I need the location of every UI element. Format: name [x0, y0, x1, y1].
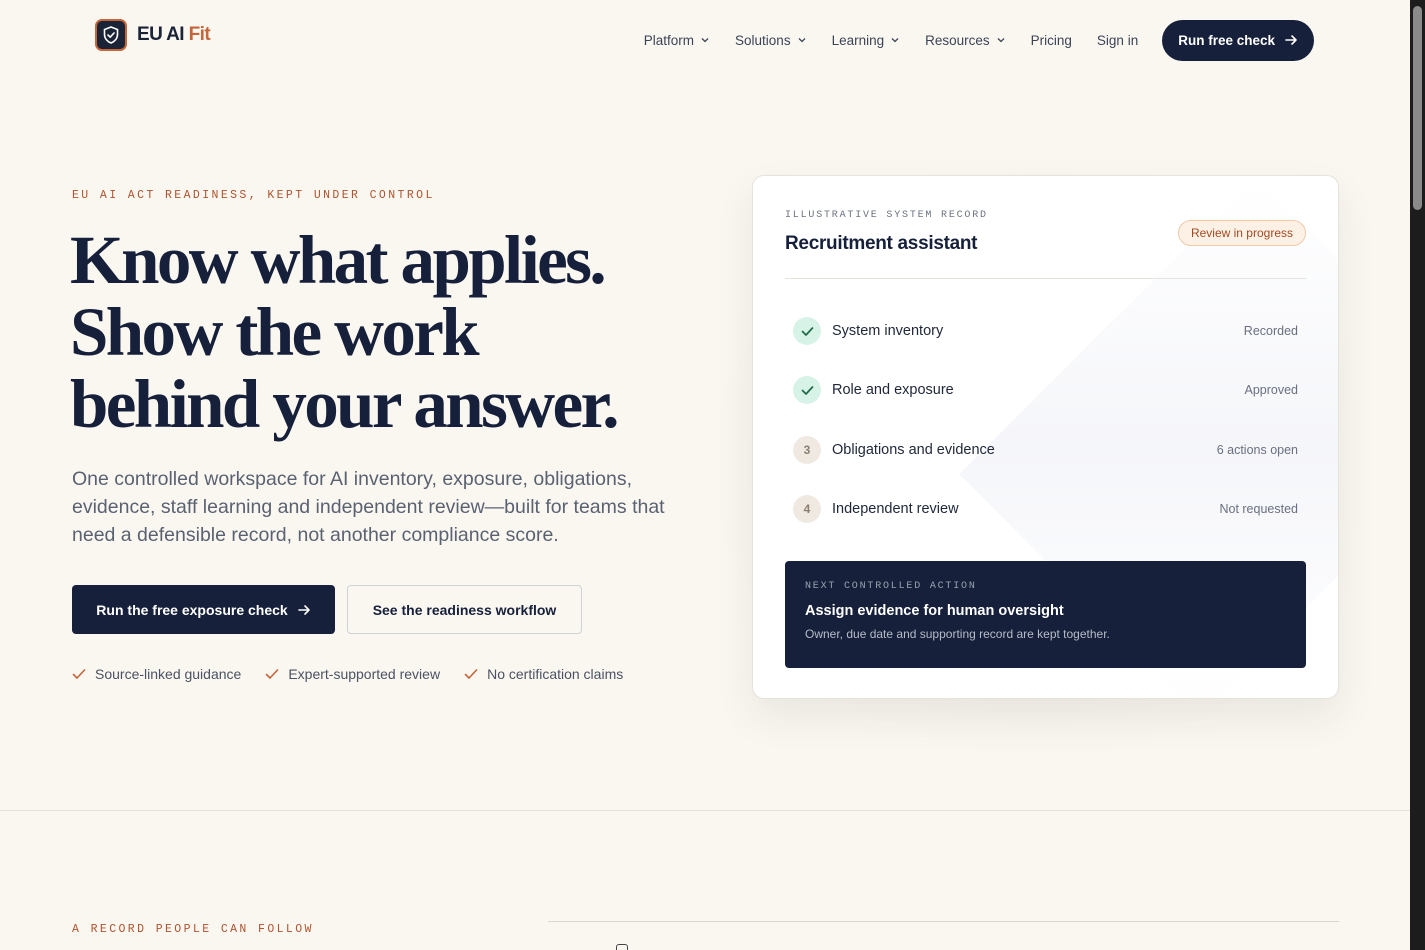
shield-icon — [95, 19, 127, 51]
next-action-panel[interactable]: NEXT CONTROLLED ACTION Assign evidence f… — [785, 561, 1306, 668]
step-label: Role and exposure — [832, 382, 954, 398]
trust-point: No certification claims — [464, 666, 623, 682]
trust-point-label: No certification claims — [487, 666, 624, 682]
brand-name-main: EU AI — [137, 24, 185, 45]
card-divider — [785, 278, 1306, 279]
nav-item-sign-in[interactable]: Sign in — [1097, 33, 1138, 48]
arrow-right-icon — [1285, 35, 1297, 45]
nav-item-label: Solutions — [735, 32, 791, 48]
section-eyebrow: A RECORD PEOPLE CAN FOLLOW — [72, 923, 314, 936]
section-rule — [548, 921, 1339, 922]
check-circle-icon — [793, 317, 821, 345]
step-status: Recorded — [1243, 324, 1298, 338]
nav-item-label: Learning — [831, 32, 885, 48]
trust-point: Expert-supported review — [265, 666, 440, 682]
section-divider — [0, 810, 1410, 811]
hero-subtitle: One controlled workspace for AI inventor… — [72, 468, 665, 546]
button-label: See the readiness workflow — [372, 601, 557, 618]
button-label: Run the free exposure check — [96, 601, 288, 618]
hero-title: Know what applies. Show the work behind … — [70, 224, 720, 440]
trust-point-label: Source-linked guidance — [95, 666, 242, 682]
arrow-right-icon — [297, 604, 310, 615]
scrollbar-thumb[interactable] — [1413, 6, 1422, 210]
record-step[interactable]: 3 Obligations and evidence 6 actions ope… — [793, 435, 1298, 465]
check-icon — [72, 669, 86, 679]
check-icon — [464, 669, 478, 679]
scrollbar[interactable] — [1410, 0, 1425, 950]
run-exposure-check-button[interactable]: Run the free exposure check — [72, 585, 335, 634]
chevron-down-icon — [798, 38, 806, 43]
nav-item-platform[interactable]: Platform — [644, 33, 710, 48]
document-icon — [616, 944, 628, 950]
hero-title-line: Show the work — [70, 294, 480, 370]
page: EU AI Fit Platform Solutions Learning Re… — [0, 0, 1410, 950]
step-status: 6 actions open — [1216, 443, 1298, 457]
chevron-down-icon — [701, 38, 709, 43]
hero-title-line: Know what applies. — [70, 222, 607, 298]
brand-name-accent: Fit — [188, 24, 211, 45]
card-label: ILLUSTRATIVE SYSTEM RECORD — [785, 210, 988, 221]
nav-item-label: Sign in — [1096, 32, 1139, 48]
readiness-workflow-button[interactable]: See the readiness workflow — [347, 585, 582, 634]
run-free-check-button[interactable]: Run free check — [1162, 19, 1314, 61]
system-record-card: ILLUSTRATIVE SYSTEM RECORD Recruitment a… — [752, 175, 1339, 699]
chevron-down-icon — [891, 38, 899, 43]
nav-item-label: Pricing — [1030, 32, 1072, 48]
step-label: Obligations and evidence — [832, 442, 995, 458]
record-step[interactable]: Role and exposure Approved — [793, 375, 1298, 405]
brand-name: EU AI Fit — [137, 24, 211, 46]
step-status: Approved — [1244, 383, 1298, 397]
card-title: Recruitment assistant — [785, 233, 978, 254]
next-action-description: Owner, due date and supporting record ar… — [805, 627, 1110, 641]
nav-item-pricing[interactable]: Pricing — [1031, 33, 1072, 48]
hero-title-line: behind your answer. — [70, 366, 619, 442]
nav-item-resources[interactable]: Resources — [925, 33, 1006, 48]
step-label: System inventory — [832, 323, 944, 339]
brand-logo[interactable]: EU AI Fit — [95, 19, 211, 51]
step-label: Independent review — [832, 501, 959, 517]
next-action-label: NEXT CONTROLLED ACTION — [805, 581, 977, 592]
chevron-down-icon — [997, 38, 1005, 43]
top-nav: Platform Solutions Learning Resources Pr… — [619, 19, 1314, 61]
next-action-title: Assign evidence for human oversight — [805, 603, 1064, 619]
step-status: Not requested — [1219, 502, 1298, 516]
trust-points: Source-linked guidance Expert-supported … — [72, 666, 623, 682]
step-number: 4 — [793, 495, 821, 523]
nav-item-label: Resources — [925, 32, 990, 48]
record-step[interactable]: 4 Independent review Not requested — [793, 494, 1298, 524]
trust-point: Source-linked guidance — [72, 666, 241, 682]
check-icon — [266, 669, 279, 679]
nav-item-learning[interactable]: Learning — [832, 33, 901, 48]
check-circle-icon — [793, 376, 821, 404]
step-number: 3 — [793, 436, 821, 464]
cta-label: Run free check — [1178, 32, 1275, 48]
trust-point-label: Expert-supported review — [288, 666, 441, 682]
nav-item-label: Platform — [643, 32, 695, 48]
hero-eyebrow: EU AI ACT READINESS, KEPT UNDER CONTROL — [72, 189, 435, 202]
status-badge: Review in progress — [1177, 220, 1306, 246]
nav-item-solutions[interactable]: Solutions — [735, 33, 807, 48]
record-step[interactable]: System inventory Recorded — [793, 316, 1298, 346]
